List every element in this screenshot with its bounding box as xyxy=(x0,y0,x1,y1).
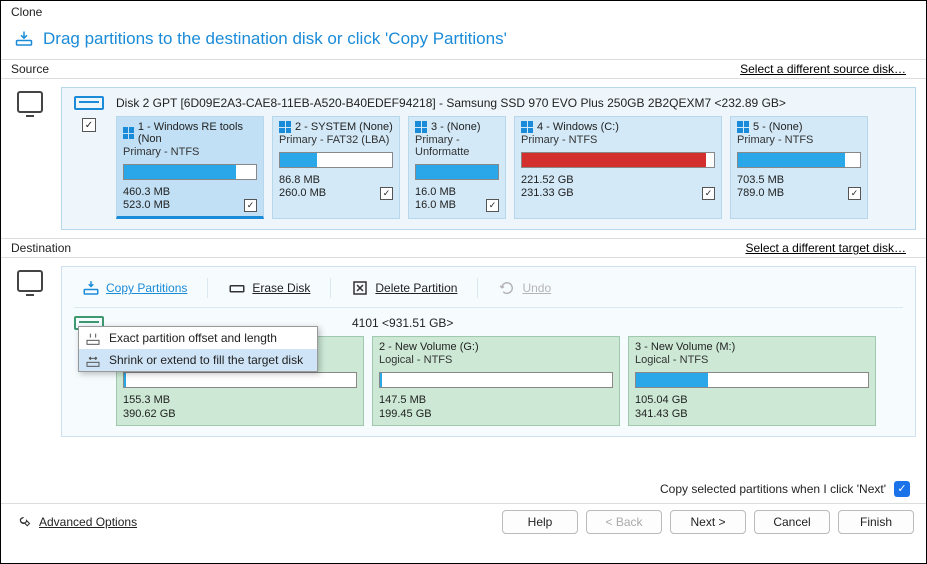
source-disk-checkbox[interactable]: ✓ xyxy=(82,118,96,132)
partition-sizes: 460.3 MB523.0 MB xyxy=(123,186,170,212)
source-label: Source xyxy=(11,62,49,76)
copy-partitions-menu[interactable]: Exact partition offset and length Shrink… xyxy=(78,326,318,372)
partition-checkbox[interactable]: ✓ xyxy=(486,199,499,212)
windows-icon xyxy=(123,127,134,139)
advanced-options-label: Advanced Options xyxy=(39,515,137,529)
partition-type: Primary - NTFS xyxy=(737,134,861,146)
usage-bar xyxy=(635,372,869,388)
partition-type: Primary - FAT32 (LBA) xyxy=(279,134,393,146)
partition-checkbox[interactable]: ✓ xyxy=(380,187,393,200)
usage-bar xyxy=(521,152,715,168)
source-partition[interactable]: 2 - SYSTEM (None) Primary - FAT32 (LBA) … xyxy=(272,116,400,219)
header: Drag partitions to the destination disk … xyxy=(1,23,926,59)
source-partition[interactable]: 1 - Windows RE tools (Non Primary - NTFS… xyxy=(116,116,264,219)
windows-icon xyxy=(521,121,533,133)
menu-exact-offset[interactable]: Exact partition offset and length xyxy=(79,327,317,349)
partition-type: Primary - Unformatte xyxy=(415,134,499,158)
destination-partition[interactable]: 2 - New Volume (G:) Logical - NTFS 147.5… xyxy=(372,336,620,425)
destination-section-header: Destination Select a different target di… xyxy=(1,238,926,258)
undo-button: Undo xyxy=(492,277,557,299)
computer-icon xyxy=(17,270,43,292)
partition-title: 2 - SYSTEM (None) xyxy=(295,121,393,133)
separator xyxy=(330,278,331,298)
partition-title: 1 - Windows RE tools (Non xyxy=(138,121,257,145)
destination-toolbar: Copy Partitions Erase Disk Delete Partit… xyxy=(74,275,903,308)
copy-partitions-label: Copy Partitions xyxy=(106,281,187,295)
select-different-source-link[interactable]: Select a different source disk… xyxy=(740,62,906,76)
finish-button[interactable]: Finish xyxy=(838,510,914,534)
usage-bar xyxy=(123,164,257,180)
source-disk-panel: ✓ Disk 2 GPT [6D09E2A3-CAE8-11EB-A520-B4… xyxy=(61,87,916,230)
wrench-icon xyxy=(13,513,31,531)
select-different-target-link[interactable]: Select a different target disk… xyxy=(745,241,906,255)
undo-icon xyxy=(498,279,516,297)
partition-title: 5 - (None) xyxy=(753,121,803,133)
partition-type: Logical - NTFS xyxy=(635,354,869,366)
disk-exact-icon xyxy=(85,331,101,347)
back-button: < Back xyxy=(586,510,662,534)
drive-icon xyxy=(74,96,104,110)
usage-bar xyxy=(737,152,861,168)
destination-partition[interactable]: 3 - New Volume (M:) Logical - NTFS 105.0… xyxy=(628,336,876,425)
disk-fill-icon xyxy=(85,353,101,369)
partition-checkbox[interactable]: ✓ xyxy=(244,199,257,212)
copy-partitions-button[interactable]: Copy Partitions xyxy=(76,277,193,299)
usage-bar xyxy=(379,372,613,388)
partition-sizes: 155.3 MB390.62 GB xyxy=(123,394,176,420)
copy-icon xyxy=(82,279,100,297)
window-title: Clone xyxy=(1,1,926,23)
partition-type: Primary - NTFS xyxy=(123,146,257,158)
menu-exact-offset-label: Exact partition offset and length xyxy=(109,331,277,345)
source-section-header: Source Select a different source disk… xyxy=(1,59,926,79)
usage-bar xyxy=(415,164,499,180)
partition-title: 3 - (None) xyxy=(431,121,481,133)
erase-disk-label: Erase Disk xyxy=(252,281,310,295)
partition-sizes: 105.04 GB341.43 GB xyxy=(635,394,688,420)
partition-type: Logical - NTFS xyxy=(379,354,613,366)
undo-label: Undo xyxy=(522,281,551,295)
windows-icon xyxy=(279,121,291,133)
separator xyxy=(477,278,478,298)
partition-checkbox[interactable]: ✓ xyxy=(702,187,715,200)
source-partition[interactable]: 5 - (None) Primary - NTFS 703.5 MB789.0 … xyxy=(730,116,868,219)
disk-arrow-icon xyxy=(15,30,33,48)
windows-icon xyxy=(415,121,427,133)
delete-icon xyxy=(351,279,369,297)
partition-title: 2 - New Volume (G:) xyxy=(379,341,479,353)
partition-sizes: 86.8 MB260.0 MB xyxy=(279,174,326,200)
partition-sizes: 221.52 GB231.33 GB xyxy=(521,174,574,200)
copy-on-next-checkbox[interactable]: ✓ xyxy=(894,481,910,497)
delete-partition-button[interactable]: Delete Partition xyxy=(345,277,463,299)
partition-sizes: 16.0 MB16.0 MB xyxy=(415,186,456,212)
bottom-bar: Advanced Options Help < Back Next > Canc… xyxy=(1,503,926,540)
cancel-button[interactable]: Cancel xyxy=(754,510,830,534)
page-title: Drag partitions to the destination disk … xyxy=(43,29,507,49)
source-partition[interactable]: 4 - Windows (C:) Primary - NTFS 221.52 G… xyxy=(514,116,722,219)
source-disk-header: Disk 2 GPT [6D09E2A3-CAE8-11EB-A520-B40E… xyxy=(116,96,903,110)
source-area: ✓ Disk 2 GPT [6D09E2A3-CAE8-11EB-A520-B4… xyxy=(1,79,926,238)
partition-type: Primary - NTFS xyxy=(521,134,715,146)
copy-on-next-label: Copy selected partitions when I click 'N… xyxy=(660,482,886,496)
copy-on-next-option: Copy selected partitions when I click 'N… xyxy=(1,475,926,503)
help-button[interactable]: Help xyxy=(502,510,578,534)
erase-disk-button[interactable]: Erase Disk xyxy=(222,277,316,299)
partition-title: 4 - Windows (C:) xyxy=(537,121,619,133)
partition-sizes: 703.5 MB789.0 MB xyxy=(737,174,784,200)
windows-icon xyxy=(737,121,749,133)
destination-label: Destination xyxy=(11,241,71,255)
source-partition[interactable]: 3 - (None) Primary - Unformatte 16.0 MB1… xyxy=(408,116,506,219)
partition-title: 3 - New Volume (M:) xyxy=(635,341,735,353)
delete-partition-label: Delete Partition xyxy=(375,281,457,295)
partition-checkbox[interactable]: ✓ xyxy=(848,187,861,200)
menu-shrink-extend-label: Shrink or extend to fill the target disk xyxy=(109,353,303,367)
separator xyxy=(207,278,208,298)
disk-icon xyxy=(228,279,246,297)
usage-bar xyxy=(279,152,393,168)
computer-icon xyxy=(17,91,43,113)
usage-bar xyxy=(123,372,357,388)
next-button[interactable]: Next > xyxy=(670,510,746,534)
advanced-options-link[interactable]: Advanced Options xyxy=(13,513,137,531)
partition-sizes: 147.5 MB199.45 GB xyxy=(379,394,432,420)
menu-shrink-extend[interactable]: Shrink or extend to fill the target disk xyxy=(79,349,317,371)
